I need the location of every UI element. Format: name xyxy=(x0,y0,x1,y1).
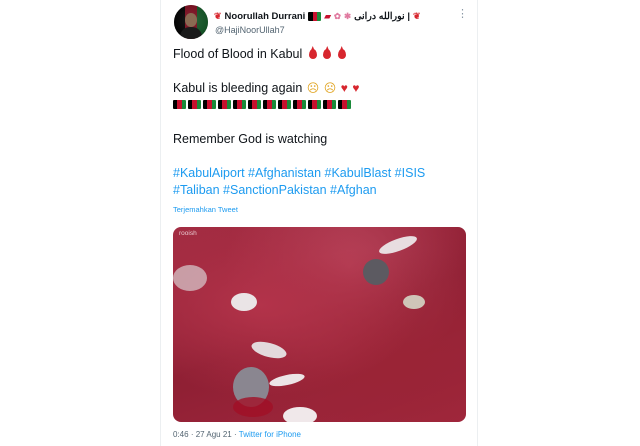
maple-leaf-icon: ❦ xyxy=(214,10,222,21)
debris-2 xyxy=(231,293,257,311)
afghan-flag-icon xyxy=(338,100,351,109)
author-handle[interactable]: @HajiNoorUllah7 xyxy=(215,25,285,35)
debris-1 xyxy=(173,265,207,291)
broken-heart-icon: ♥ xyxy=(340,81,348,95)
meta-separator: · xyxy=(190,430,194,439)
tweet-text-line-2: Kabul is bleeding again ☹ ☹ ♥ ♥ xyxy=(173,81,360,95)
author-name-urdu: نورالله درانی | xyxy=(354,10,410,22)
media-watermark: rooish xyxy=(179,230,197,237)
crying-face-icon: ☹ xyxy=(323,81,337,95)
more-options-icon[interactable]: ⋮ xyxy=(457,9,468,20)
text-flood: Flood of Blood in Kabul xyxy=(173,47,303,61)
crying-face-icon: ☹ xyxy=(306,81,320,95)
translate-tweet-link[interactable]: Terjemahkan Tweet xyxy=(173,205,238,214)
hashtags-line-2[interactable]: #Taliban #SanctionPakistan #Afghan xyxy=(173,182,463,199)
maple-leaf-icon: ❦ xyxy=(413,10,421,21)
broken-heart-icon: ♥ xyxy=(352,81,360,95)
afghan-flag-icon xyxy=(218,100,231,109)
tweet-source[interactable]: Twitter for iPhone xyxy=(239,430,301,439)
hashtags[interactable]: #KabulAiport #Afghanistan #KabulBlast #I… xyxy=(173,165,463,199)
afghan-flag-icon xyxy=(233,100,246,109)
debris-4 xyxy=(377,232,419,258)
tweet-time[interactable]: 0:46 xyxy=(173,430,189,439)
tweet-date[interactable]: 27 Agu 21 xyxy=(196,430,232,439)
tweet-meta: 0:46 · 27 Agu 21 · Twitter for iPhone xyxy=(173,430,301,439)
avatar-face xyxy=(185,13,197,27)
afghan-flag-icon xyxy=(293,100,306,109)
tweet-text-line-3: Remember God is watching xyxy=(173,132,328,146)
afghan-flag-icon xyxy=(308,100,321,109)
afghan-flag-icon xyxy=(278,100,291,109)
flower-icon: ✿ xyxy=(333,10,341,21)
blood-pool xyxy=(233,397,273,417)
text-bleeding: Kabul is bleeding again xyxy=(173,81,303,95)
debris-9 xyxy=(283,407,317,422)
avatar-body xyxy=(180,27,202,39)
tweet-text-line-1: Flood of Blood in Kabul xyxy=(173,47,346,61)
blood-drop-icon xyxy=(337,49,346,59)
blood-drop-icon xyxy=(323,49,332,59)
meta-separator: · xyxy=(234,430,237,439)
tweet-media-image[interactable]: rooish xyxy=(173,227,466,422)
debris-3 xyxy=(363,259,389,285)
author-name[interactable]: Noorullah Durrani xyxy=(225,11,306,22)
star-icon: ✱ xyxy=(343,10,352,21)
afghan-flag-icon xyxy=(263,100,276,109)
afghan-flag-icon xyxy=(323,100,336,109)
afghan-flag-icon xyxy=(308,11,322,21)
avatar[interactable] xyxy=(174,5,208,39)
author-name-row[interactable]: ❦ Noorullah Durrani ▰ ✿ ✱ نورالله درانی … xyxy=(214,9,421,23)
debris-6 xyxy=(249,338,289,362)
hashtags-line-1[interactable]: #KabulAiport #Afghanistan #KabulBlast #I… xyxy=(173,165,463,182)
debris-5 xyxy=(403,295,425,309)
debris-8 xyxy=(268,371,306,389)
blood-drop-icon xyxy=(308,49,317,59)
afghan-flag-icon xyxy=(203,100,216,109)
flag-row xyxy=(173,100,351,109)
afghan-flag-icon xyxy=(188,100,201,109)
afghan-flag-icon xyxy=(248,100,261,109)
flag-emoji-icon: ▰ xyxy=(324,10,331,21)
afghan-flag-icon xyxy=(173,100,186,109)
